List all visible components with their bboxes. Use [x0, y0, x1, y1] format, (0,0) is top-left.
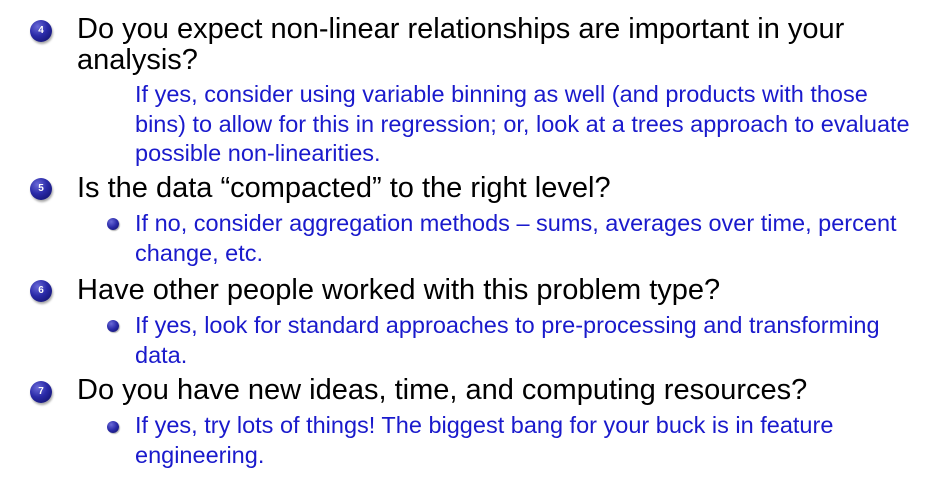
number-bullet-5: 5: [30, 178, 52, 200]
bullet-dot-icon: [107, 320, 119, 332]
number-bullet-7: 7: [30, 381, 52, 403]
question-7: Do you have new ideas, time, and computi…: [77, 374, 808, 406]
bullet-dot-icon: [107, 218, 119, 230]
answer-5: If no, consider aggregation methods – su…: [135, 210, 897, 266]
question-5: Is the data “compacted” to the right lev…: [77, 172, 611, 204]
answer-4: If yes, consider using variable binning …: [135, 81, 910, 166]
question-4: Do you expect non-linear relationships a…: [77, 13, 845, 76]
answer-7: If yes, try lots of things! The biggest …: [135, 412, 834, 468]
number-bullet-4: 4: [30, 20, 52, 42]
bullet-dot-icon: [107, 421, 119, 433]
slide: 4 Do you expect non-linear relationships…: [0, 0, 925, 480]
question-6: Have other people worked with this probl…: [77, 274, 721, 306]
number-bullet-6: 6: [30, 280, 52, 302]
answer-6: If yes, look for standard approaches to …: [135, 312, 880, 368]
